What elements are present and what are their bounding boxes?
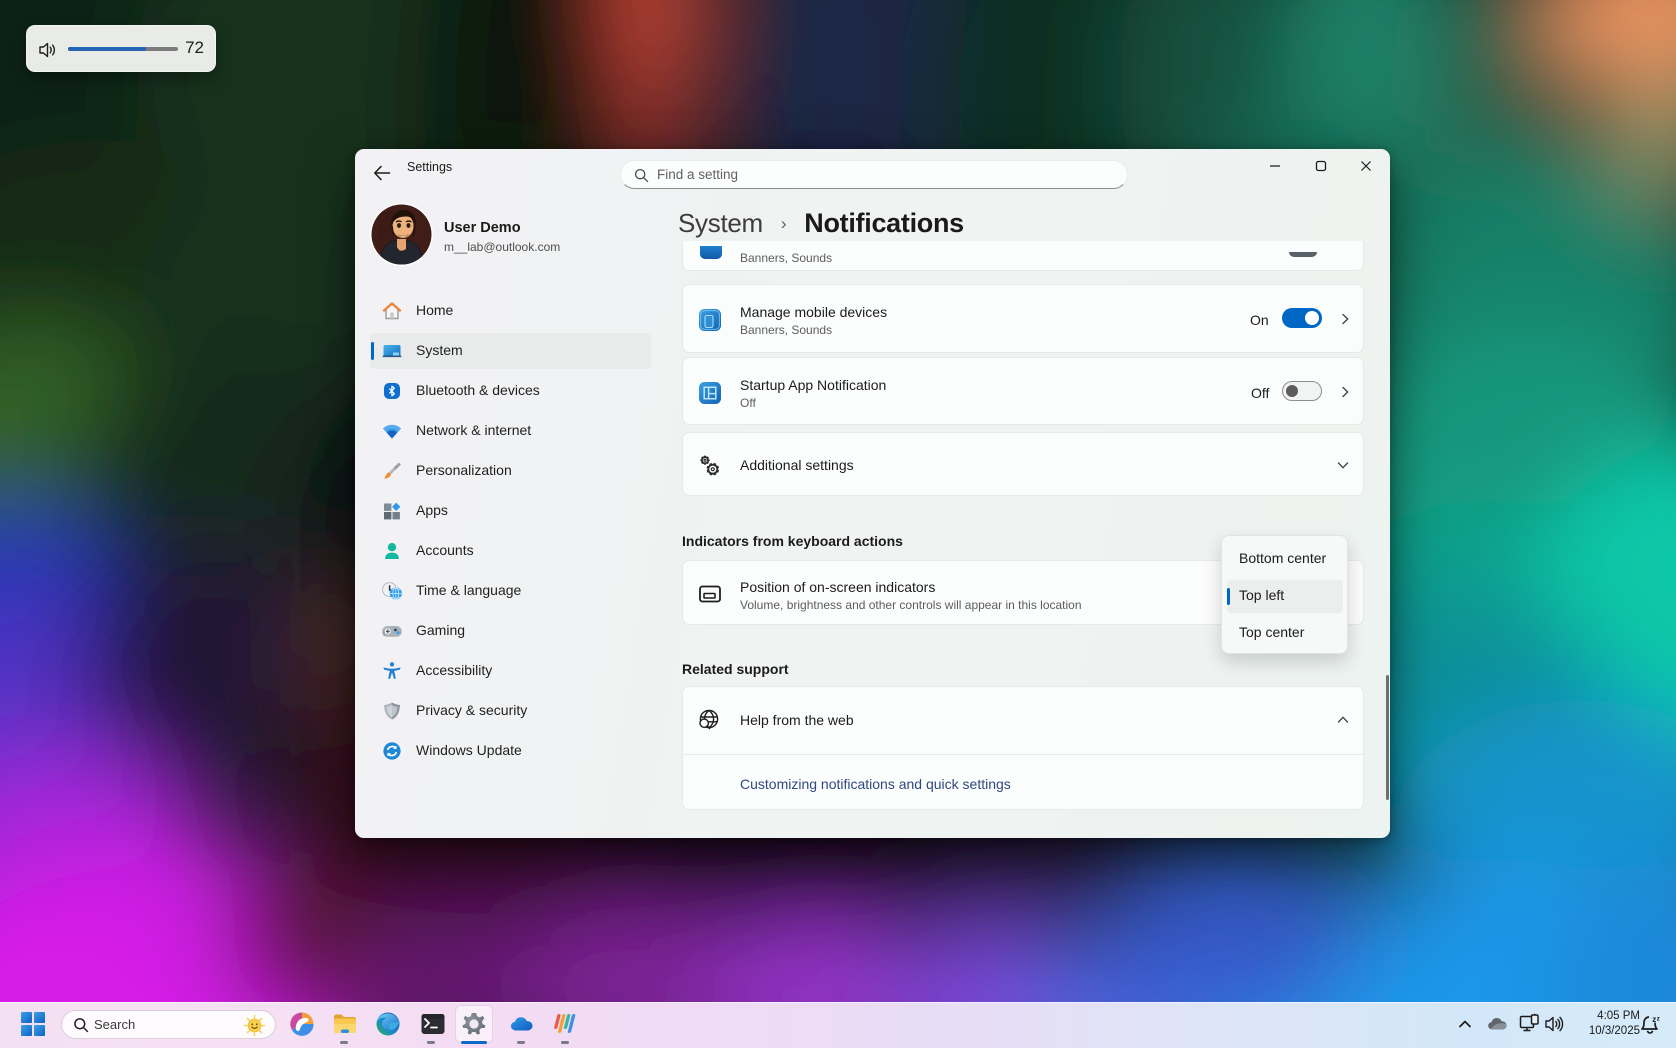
svg-text:z: z <box>1652 1015 1656 1024</box>
svg-text:z: z <box>1657 1016 1660 1022</box>
